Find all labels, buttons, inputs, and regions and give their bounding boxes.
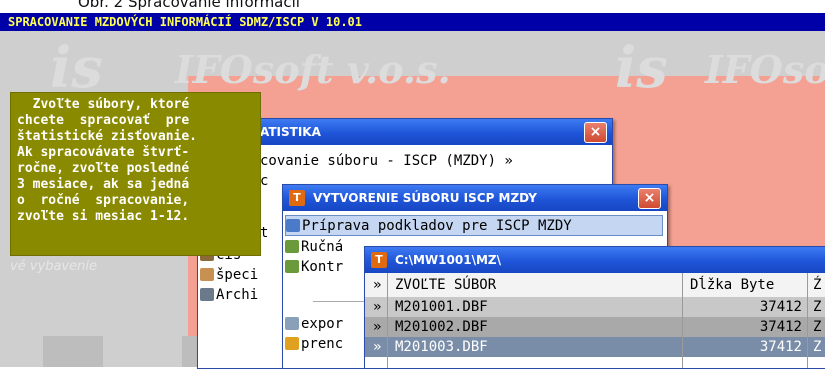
figure-caption: Obr. 2 Spracovanie informácií (0, 0, 825, 13)
file-grid-header: » ZVOĽTE SÚBOR Dĺžka Byte Ź (365, 273, 825, 298)
menu-item-t[interactable]: t (260, 223, 268, 244)
menu-item-spracovanie-suboru[interactable]: covanie súboru - ISCP (MZDY) » (260, 151, 610, 172)
table-row[interactable]: » M201001.DBF 37412 Z (365, 297, 825, 317)
menu-item-specialne[interactable]: špeci (200, 265, 258, 286)
column-header-extra[interactable]: Ź (813, 273, 821, 297)
check-icon (285, 260, 299, 273)
transfer-icon (285, 337, 299, 350)
file-selection-window: T C:\MW1001\MZ\ » ZVOĽTE SÚBOR Dĺžka Byt… (364, 246, 825, 369)
logo-is-right: is (615, 35, 668, 101)
edit-icon (285, 240, 299, 253)
iscp-menu-title-bar: T VYTVORENIE SÚBORU ISCP MZDY × (283, 185, 667, 211)
menu-item-rucna[interactable]: Ručná (285, 237, 343, 258)
help-tooltip: Zvoľte súbory, ktoré chcete spracovať pr… (10, 92, 261, 256)
background-subtitle: vé vybavenie (10, 259, 97, 274)
logo-company-text-right: IFOso (705, 47, 825, 92)
background-box (43, 336, 103, 367)
column-header-size[interactable]: Dĺžka Byte (690, 273, 774, 297)
document-icon (286, 219, 300, 232)
menu-item-kontrola[interactable]: Kontr (285, 257, 343, 278)
logo-company-text: IFOsoft v.o.s. (175, 47, 451, 92)
close-icon[interactable]: × (584, 122, 607, 143)
column-header-file[interactable]: ZVOĽTE SÚBOR (395, 273, 496, 297)
archive-icon (200, 288, 214, 301)
export-icon (285, 317, 299, 330)
menu-item-prenos[interactable]: prenc (285, 334, 343, 355)
table-row[interactable]: » M201003.DBF 37412 Z (365, 337, 825, 357)
menu-item-priprava-podkladov[interactable]: Príprava podkladov pre ISCP MZDY (285, 215, 663, 236)
menu-item-archiv[interactable]: Archi (200, 285, 258, 306)
menu-item-export[interactable]: expor (285, 314, 343, 335)
app-title-bar: SPRACOVANIE MZDOVÝCH INFORMÁCIÍ SDMZ/ISC… (0, 13, 825, 31)
menu-item-partial[interactable]: c (260, 171, 268, 192)
column-header-marker: » (373, 277, 382, 293)
table-row[interactable]: » M201002.DBF 37412 Z (365, 317, 825, 337)
app-icon: T (371, 252, 387, 268)
tools-icon (200, 268, 214, 281)
app-icon: T (289, 190, 305, 206)
file-window-title-bar: T C:\MW1001\MZ\ (365, 247, 825, 273)
close-icon[interactable]: × (638, 188, 661, 209)
